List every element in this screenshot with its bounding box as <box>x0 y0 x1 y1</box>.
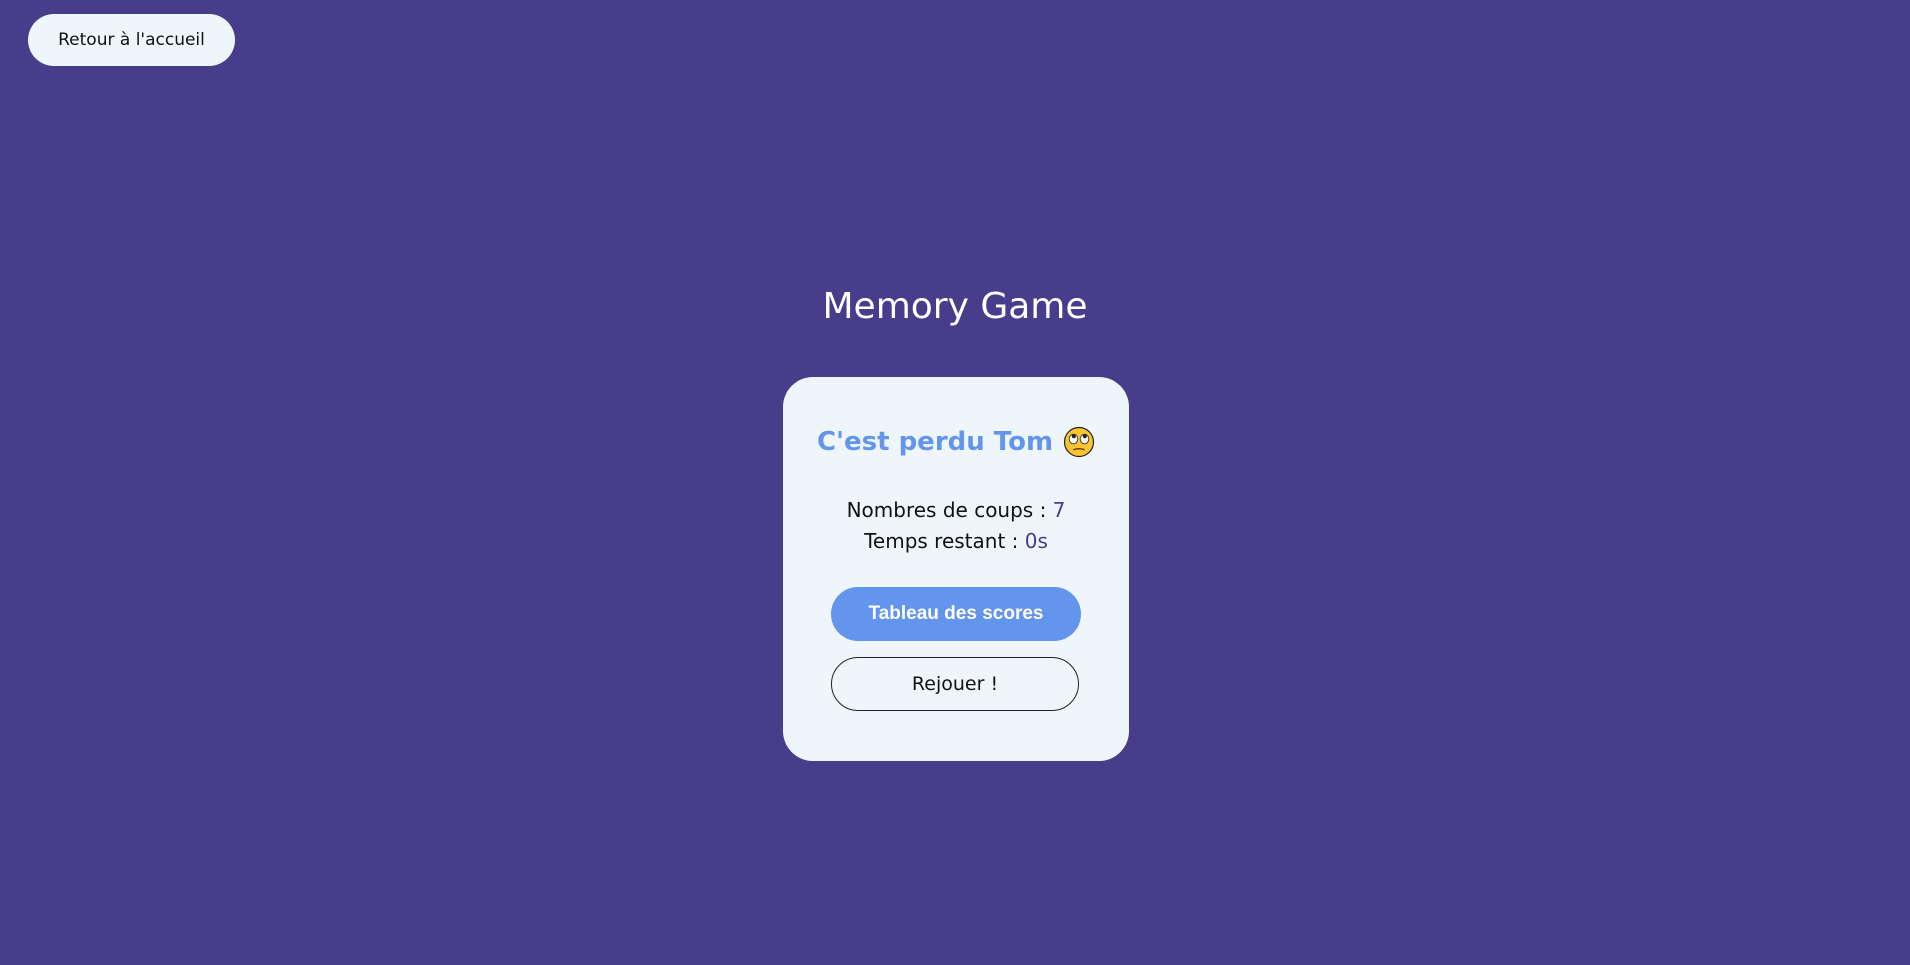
moves-value: 7 <box>1052 498 1066 522</box>
moves-stat: Nombres de coups : 7 <box>783 495 1129 526</box>
page-title: Memory Game <box>822 286 1088 327</box>
time-stat: Temps restant : 0s <box>783 526 1129 557</box>
result-card: C'est perdu Tom Nombres de coups : 7 Tem… <box>783 377 1129 761</box>
time-label: Temps restant : <box>864 529 1025 553</box>
moves-label: Nombres de coups : <box>846 498 1053 522</box>
result-heading: C'est perdu Tom <box>783 425 1129 459</box>
result-text: C'est perdu Tom <box>816 427 1054 457</box>
game-stats: Nombres de coups : 7 Temps restant : 0s <box>783 495 1129 557</box>
scoreboard-button[interactable]: Tableau des scores <box>831 587 1081 641</box>
face-with-rolling-eyes-icon <box>1063 426 1095 458</box>
home-button[interactable]: Retour à l'accueil <box>28 14 235 66</box>
replay-button[interactable]: Rejouer ! <box>831 657 1079 711</box>
time-value: 0s <box>1024 529 1048 553</box>
